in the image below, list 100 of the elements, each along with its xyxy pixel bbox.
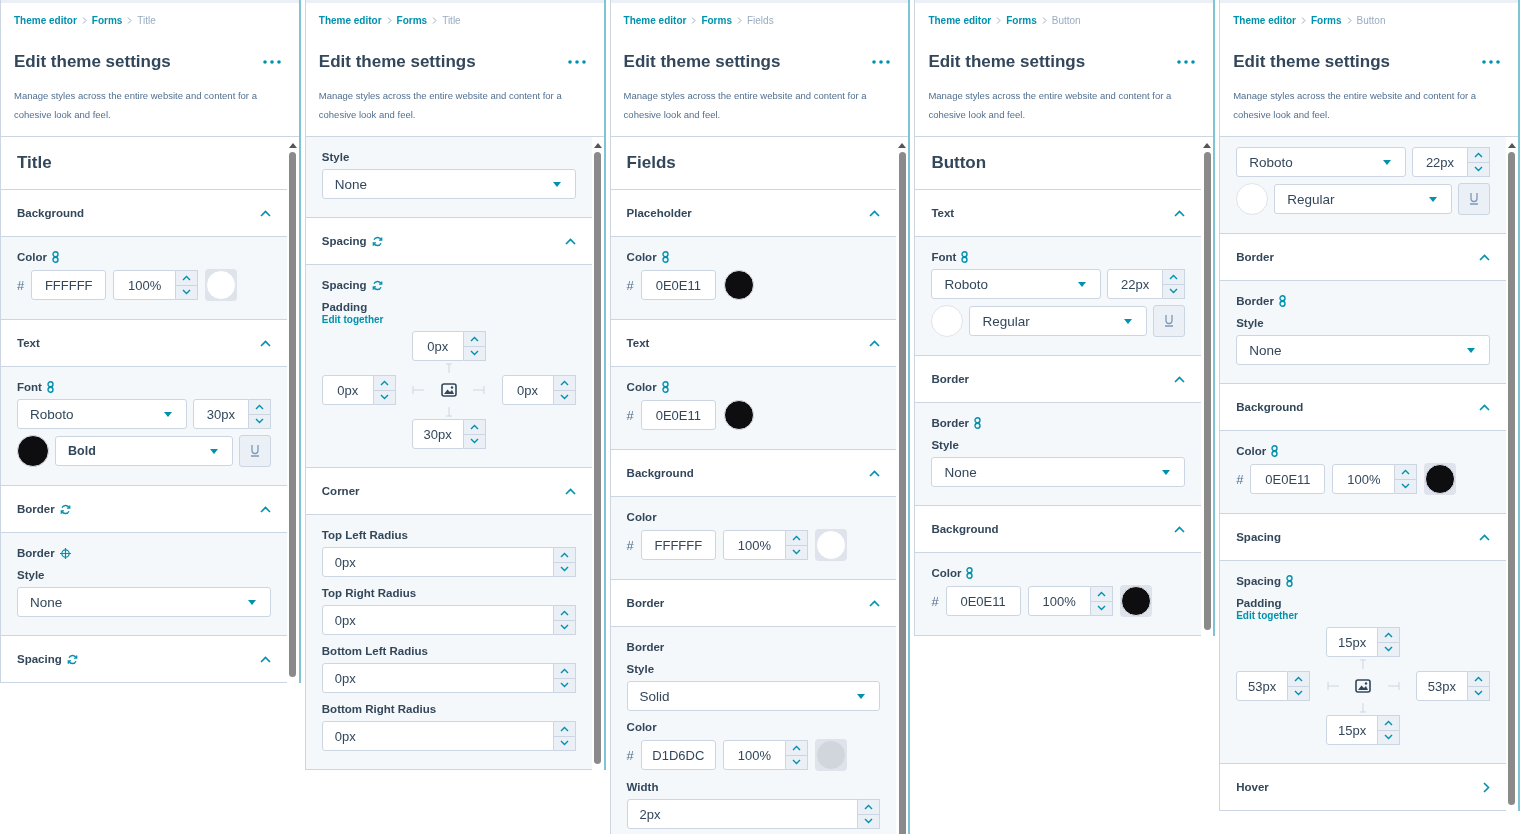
opacity-field[interactable]: 100%	[1332, 464, 1396, 494]
panel-title: Edit theme settings	[623, 52, 781, 72]
color-swatch[interactable]	[17, 435, 49, 467]
hex-field[interactable]: 0E0E11	[945, 586, 1021, 616]
padding-left-field[interactable]: 0px	[321, 375, 374, 405]
opacity-field[interactable]: 100%	[722, 530, 786, 560]
font-dropdown[interactable]: Roboto	[931, 269, 1102, 299]
breadcrumb-link[interactable]: Forms	[396, 15, 428, 26]
color-swatch[interactable]	[205, 269, 238, 301]
connector-line	[1326, 682, 1339, 690]
padding-top-field[interactable]: 15px	[1326, 627, 1379, 657]
panel-title: Edit theme settings	[318, 52, 476, 72]
panel-description: Manage styles across the entire website and content for a cohesive look and feel.	[928, 89, 1173, 122]
underline-button[interactable]	[238, 435, 271, 467]
refresh-icon	[59, 503, 71, 515]
chevron-up-icon	[182, 274, 192, 281]
color-swatch[interactable]	[1236, 183, 1269, 215]
underline-button[interactable]	[1153, 305, 1186, 337]
breadcrumb-current: Button	[1356, 15, 1386, 26]
field-label: Border	[1236, 295, 1274, 307]
font-weight-dropdown[interactable]: Bold	[55, 436, 233, 466]
number-field[interactable]: 0px	[321, 721, 554, 751]
opacity-field[interactable]: 100%	[722, 740, 786, 770]
field-label: Style	[17, 569, 45, 581]
breadcrumb-link[interactable]: Theme editor	[318, 15, 382, 26]
field-label: Style	[931, 439, 959, 451]
underline-button[interactable]	[1458, 183, 1490, 215]
hash-label: #	[931, 593, 939, 609]
style-dropdown[interactable]: None	[1236, 335, 1490, 365]
hex-field[interactable]: 0E0E11	[640, 270, 716, 300]
scroll-up-arrow-icon[interactable]	[1508, 143, 1516, 148]
field-label: Width	[626, 781, 659, 793]
scroll-up-arrow-icon[interactable]	[288, 143, 297, 148]
number-field[interactable]: 0px	[321, 605, 554, 635]
hash-label: #	[17, 277, 25, 293]
color-swatch[interactable]	[1119, 585, 1152, 617]
breadcrumb-link[interactable]: Forms	[1006, 15, 1037, 26]
number-field[interactable]: 0px	[321, 663, 554, 693]
padding-bottom-field[interactable]: 30px	[411, 419, 464, 449]
font-weight-dropdown[interactable]: Regular	[1274, 184, 1452, 214]
link-icon	[46, 381, 54, 393]
link-icon	[974, 417, 982, 429]
link-icon	[966, 567, 974, 579]
font-size-field[interactable]: 22px	[1107, 269, 1164, 299]
hex-field[interactable]: 0E0E11	[1250, 464, 1326, 494]
font-size-field[interactable]: 30px	[192, 399, 249, 429]
style-dropdown[interactable]: Solid	[626, 681, 881, 711]
caret-icon	[1124, 318, 1133, 324]
scroll-up-arrow-icon[interactable]	[898, 143, 907, 148]
chevron-down-icon	[1384, 734, 1394, 741]
breadcrumb-link[interactable]: Theme editor	[14, 15, 77, 26]
font-dropdown[interactable]: Roboto	[17, 399, 187, 429]
underline-icon	[1469, 193, 1479, 205]
color-swatch[interactable]	[814, 529, 847, 561]
color-swatch[interactable]	[931, 305, 964, 337]
number-field[interactable]: 2px	[626, 799, 859, 829]
number-field[interactable]: 0px	[321, 547, 554, 577]
font-weight-dropdown[interactable]: Regular	[969, 306, 1148, 336]
hex-field[interactable]: D1D6DC	[640, 740, 716, 770]
font-dropdown[interactable]: Roboto	[1236, 147, 1406, 177]
padding-bottom-field[interactable]: 15px	[1326, 715, 1379, 745]
caret-icon	[857, 693, 866, 699]
panel-description: Manage styles across the entire website and content for a cohesive look and feel.	[1233, 89, 1478, 122]
breadcrumb-link[interactable]: Theme editor	[1233, 15, 1296, 26]
color-swatch[interactable]	[814, 739, 847, 771]
breadcrumb-link[interactable]: Theme editor	[928, 15, 992, 26]
breadcrumb-link[interactable]: Theme editor	[623, 15, 687, 26]
padding-left-field[interactable]: 53px	[1236, 671, 1289, 701]
opacity-field[interactable]: 100%	[1027, 586, 1091, 616]
scroll-up-arrow-icon[interactable]	[1203, 143, 1212, 148]
field-label: Spacing	[1236, 575, 1281, 587]
hex-field[interactable]: FFFFFF	[640, 530, 716, 560]
chevron-up-icon	[1096, 590, 1106, 597]
edit-together-link[interactable]: Edit together	[321, 314, 384, 325]
field-label: Border	[17, 547, 55, 559]
opacity-field[interactable]: 100%	[113, 270, 177, 300]
chevron-up-icon	[254, 403, 264, 410]
chevron-up-icon	[559, 379, 569, 386]
style-dropdown[interactable]: None	[321, 169, 576, 199]
breadcrumb-link[interactable]: Forms	[1311, 15, 1342, 26]
chevron-up-icon	[1473, 675, 1483, 682]
breadcrumb-link[interactable]: Forms	[91, 15, 123, 26]
color-swatch[interactable]	[1424, 463, 1457, 495]
link-icon	[961, 251, 969, 263]
font-size-field[interactable]: 22px	[1412, 147, 1468, 177]
style-dropdown[interactable]: None	[17, 587, 271, 617]
hex-field[interactable]: FFFFFF	[31, 270, 107, 300]
breadcrumb-link[interactable]: Forms	[701, 15, 732, 26]
caret-icon	[163, 411, 172, 417]
padding-right-field[interactable]: 0px	[501, 375, 554, 405]
link-icon	[1285, 575, 1293, 587]
field-label: Color	[626, 251, 657, 263]
chevron-down-icon	[791, 549, 801, 556]
connector-line	[1360, 659, 1367, 669]
hex-field[interactable]: 0E0E11	[640, 400, 716, 430]
padding-top-field[interactable]: 0px	[411, 331, 464, 361]
padding-right-field[interactable]: 53px	[1415, 671, 1468, 701]
style-dropdown[interactable]: None	[931, 457, 1186, 487]
scroll-up-arrow-icon[interactable]	[593, 143, 602, 148]
chevron-up-icon	[1384, 631, 1394, 638]
